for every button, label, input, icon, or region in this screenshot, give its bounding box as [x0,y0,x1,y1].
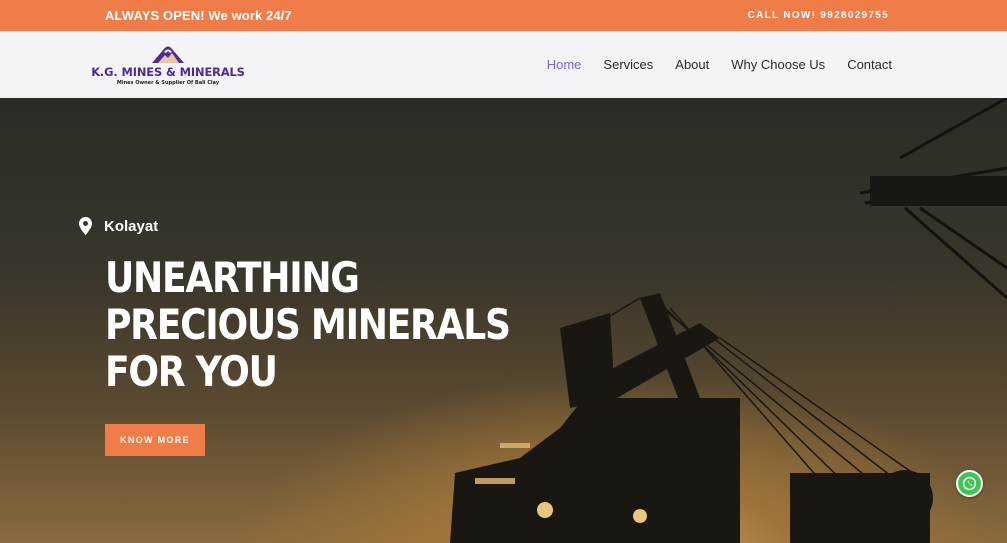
nav-home[interactable]: Home [547,57,582,72]
hero-headline: UNEARTHING PRECIOUS MINERALS FOR YOU [105,253,511,396]
mountain-logo-icon [152,46,184,63]
logo-tagline: Mines Owner & Supplier Of Ball Clay [116,79,220,86]
whatsapp-chat-button[interactable] [956,470,983,497]
whatsapp-icon [962,476,977,491]
nav-contact[interactable]: Contact [847,57,892,72]
nav-about[interactable]: About [675,57,709,72]
main-nav: Home Services About Why Choose Us Contac… [547,57,892,72]
headline-line-1: UNEARTHING [105,253,360,302]
location-label: Kolayat [104,217,159,235]
site-header: K.G. MINES & MINERALS Mines Owner & Supp… [0,31,1007,98]
logo[interactable]: K.G. MINES & MINERALS Mines Owner & Supp… [91,44,245,86]
headline-line-3: FOR YOU [105,347,278,396]
nav-services[interactable]: Services [603,57,653,72]
headline-line-2: PRECIOUS MINERALS [105,300,511,349]
location-row: Kolayat [79,217,158,235]
map-pin-icon [79,217,92,235]
nav-why-choose-us[interactable]: Why Choose Us [731,57,825,72]
know-more-button[interactable]: KNOW MORE [105,424,205,456]
logo-brand-name: K.G. MINES & MINERALS [91,64,245,79]
open-hours-text: ALWAYS OPEN! We work 24/7 [105,8,292,23]
hero-section: Kolayat UNEARTHING PRECIOUS MINERALS FOR… [0,98,1007,543]
top-bar: ALWAYS OPEN! We work 24/7 CALL NOW! 9928… [0,0,1007,31]
call-now-link[interactable]: CALL NOW! 9928029755 [748,10,889,21]
